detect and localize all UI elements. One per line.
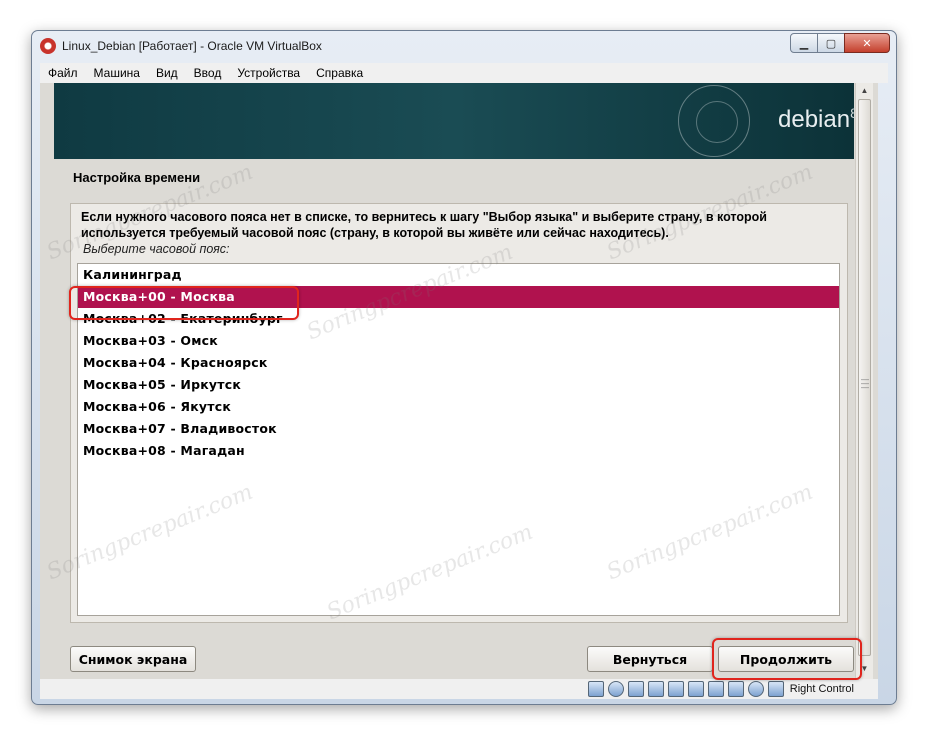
cpu-icon[interactable] xyxy=(727,681,744,697)
minimize-button[interactable]: ▁ xyxy=(790,33,818,53)
instruction-text: Если нужного часового пояса нет в списке… xyxy=(81,210,767,240)
timezone-item[interactable]: Москва+04 - Красноярск xyxy=(78,352,839,374)
close-button[interactable]: ✕ xyxy=(844,33,890,53)
brand-name: debian xyxy=(778,106,851,133)
continue-button[interactable]: Продолжить xyxy=(718,646,854,672)
menu-view[interactable]: Вид xyxy=(148,66,186,80)
video-capture-icon[interactable] xyxy=(707,681,724,697)
vm-display[interactable]: debian8 Настройка времени Если нужного ч… xyxy=(40,83,878,679)
timezone-item[interactable]: Москва+08 - Магадан xyxy=(78,440,839,462)
menu-bar: Файл Машина Вид Ввод Устройства Справка xyxy=(40,63,888,83)
menu-file[interactable]: Файл xyxy=(40,66,86,80)
vertical-scrollbar[interactable]: ▲ — — — ▼ xyxy=(855,83,873,679)
screenshot-button[interactable]: Снимок экрана xyxy=(70,646,196,672)
shared-folders-icon[interactable] xyxy=(667,681,684,697)
debian-brand: debian8 xyxy=(778,105,858,134)
menu-machine[interactable]: Машина xyxy=(86,66,148,80)
scroll-up-arrow-icon[interactable]: ▲ xyxy=(856,83,873,97)
menu-help[interactable]: Справка xyxy=(308,66,371,80)
debian-banner: debian8 xyxy=(54,83,858,159)
network-icon[interactable] xyxy=(627,681,644,697)
usb-icon[interactable] xyxy=(647,681,664,697)
timezone-item[interactable]: Москва+06 - Якутск xyxy=(78,396,839,418)
host-key-label: Right Control xyxy=(789,683,854,695)
timezone-panel: Если нужного часового пояса нет в списке… xyxy=(70,203,848,623)
timezone-item[interactable]: Москва+02 - Екатеринбург xyxy=(78,308,839,330)
host-key-icon[interactable] xyxy=(767,681,784,697)
virtualbox-app-icon xyxy=(40,38,56,54)
menu-devices[interactable]: Устройства xyxy=(229,66,308,80)
mouse-integration-icon[interactable] xyxy=(747,681,764,697)
timezone-prompt: Выберите часовой пояс: xyxy=(83,242,230,256)
scroll-down-arrow-icon[interactable]: ▼ xyxy=(856,661,873,675)
timezone-item[interactable]: Москва+03 - Омск xyxy=(78,330,839,352)
title-bar[interactable]: Linux_Debian [Работает] - Oracle VM Virt… xyxy=(32,31,896,61)
scrollbar-thumb[interactable]: — — — xyxy=(858,99,871,656)
window-controls: ▁ ▢ ✕ xyxy=(790,33,890,53)
timezone-item-selected[interactable]: Москва+00 - Москва xyxy=(78,286,839,308)
debian-swirl-inner xyxy=(696,101,738,143)
timezone-list[interactable]: Калининград Москва+00 - Москва Москва+02… xyxy=(77,263,840,616)
back-button[interactable]: Вернуться xyxy=(587,646,713,672)
timezone-item[interactable]: Москва+05 - Иркутск xyxy=(78,374,839,396)
scrollbar-grip-icon: — — — xyxy=(861,375,869,392)
section-title: Настройка времени xyxy=(73,170,201,185)
virtualbox-window: Linux_Debian [Работает] - Oracle VM Virt… xyxy=(31,30,897,705)
window-title: Linux_Debian [Работает] - Oracle VM Virt… xyxy=(62,39,322,53)
optical-drive-icon[interactable] xyxy=(607,681,624,697)
display-icon[interactable] xyxy=(687,681,704,697)
timezone-item[interactable]: Москва+07 - Владивосток xyxy=(78,418,839,440)
hard-disk-icon[interactable] xyxy=(587,681,604,697)
maximize-button[interactable]: ▢ xyxy=(817,33,845,53)
status-bar: Right Control xyxy=(40,679,878,699)
menu-input[interactable]: Ввод xyxy=(186,66,230,80)
device-status-icons: Right Control xyxy=(584,681,854,697)
timezone-item[interactable]: Калининград xyxy=(78,264,839,286)
